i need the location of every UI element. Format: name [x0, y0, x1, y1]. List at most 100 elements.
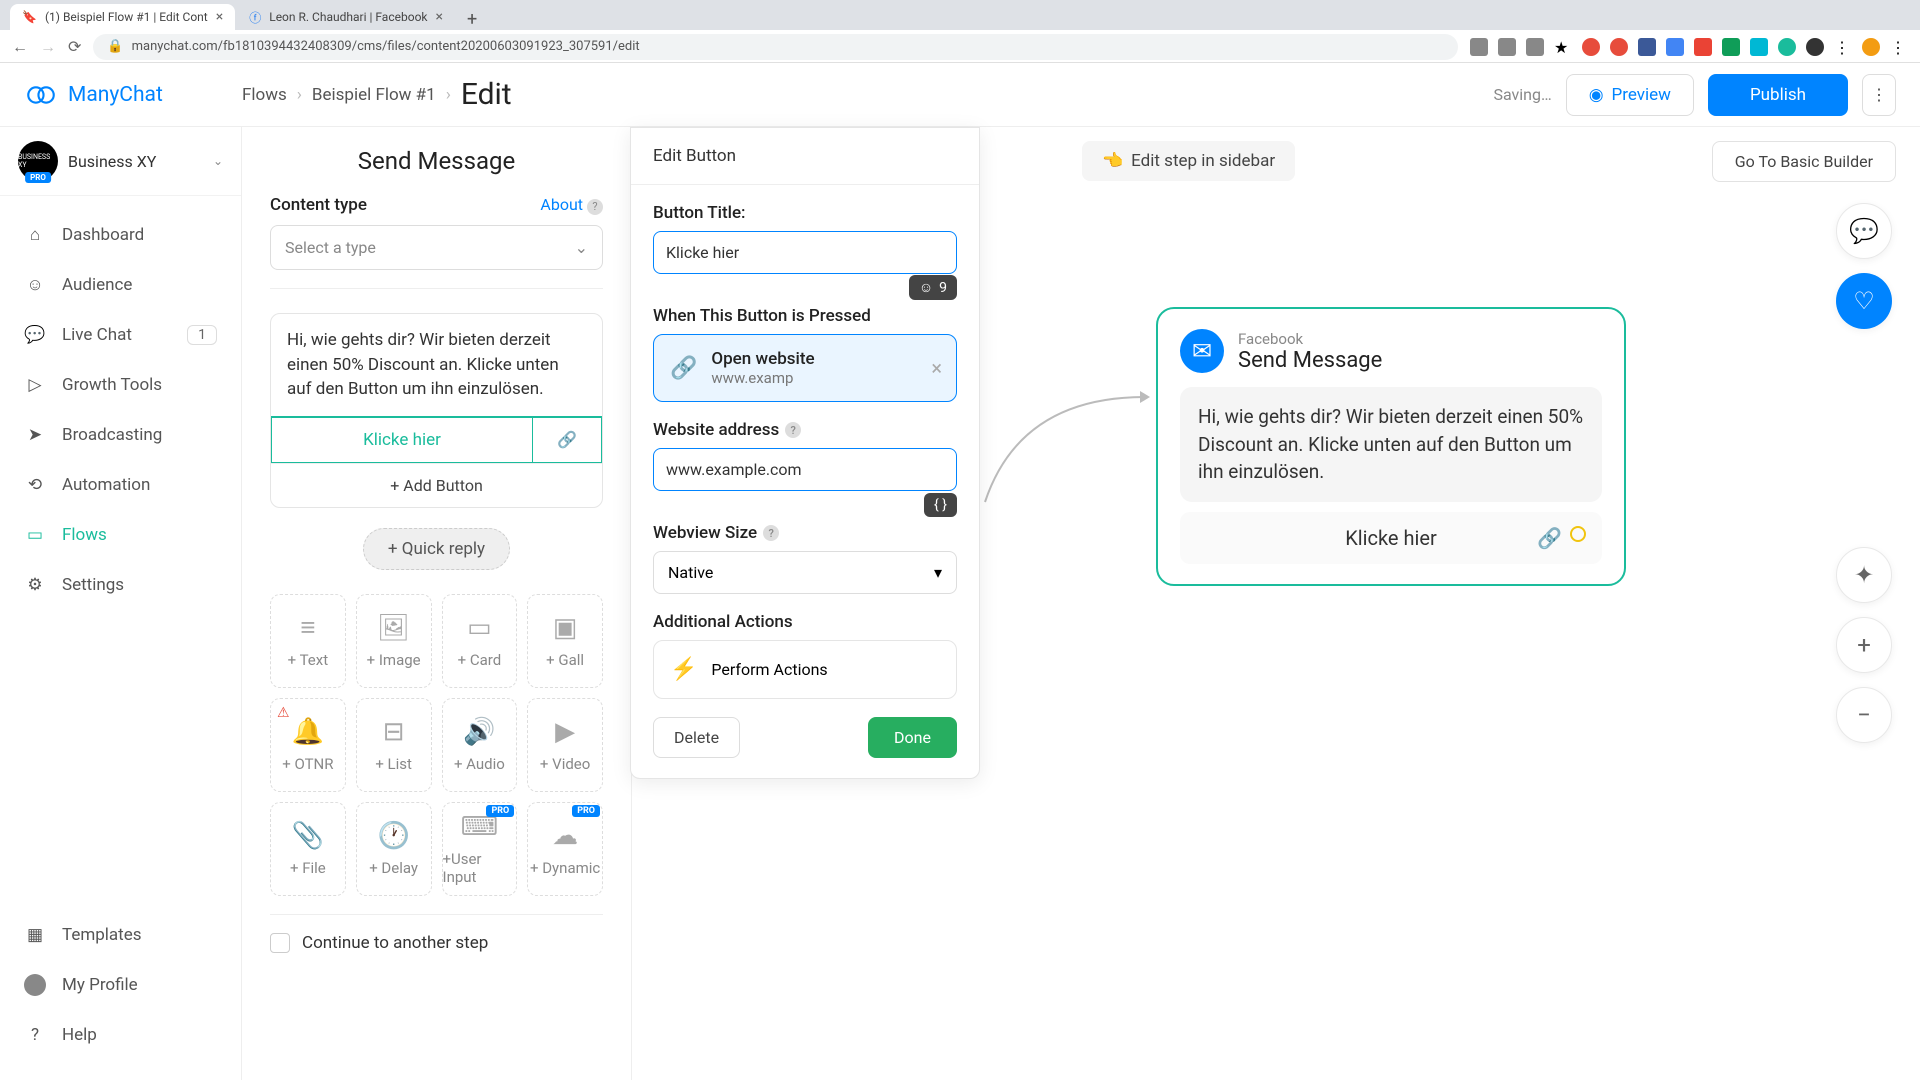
flow-node-send-message[interactable]: ✉ Facebook Send Message Hi, wie gehts di…: [1156, 307, 1626, 586]
message-button[interactable]: Klicke hier: [271, 417, 532, 463]
close-icon[interactable]: ×: [931, 356, 942, 380]
ext-icon[interactable]: [1610, 38, 1628, 56]
variable-badge[interactable]: { }: [924, 493, 957, 517]
edit-step-pill[interactable]: 👈 Edit step in sidebar: [1082, 141, 1295, 181]
content-type-select[interactable]: Select a type ⌄: [270, 225, 603, 270]
sidebar-item-broadcasting[interactable]: ➤Broadcasting: [0, 410, 241, 460]
sidebar-item-profile[interactable]: My Profile: [0, 960, 241, 1010]
browser-tab[interactable]: ⓕ Leon R. Chaudhari | Facebook ×: [237, 4, 455, 30]
about-link[interactable]: About ?: [540, 195, 603, 215]
block-userinput[interactable]: PRO⌨+User Input: [442, 802, 518, 896]
go-basic-builder-button[interactable]: Go To Basic Builder: [1712, 141, 1896, 182]
preview-button[interactable]: ◉ Preview: [1566, 74, 1694, 116]
website-address-input[interactable]: [653, 448, 957, 491]
avatar-icon[interactable]: [1862, 38, 1880, 56]
block-delay[interactable]: 🕐+ Delay: [356, 802, 432, 896]
address-bar[interactable]: 🔒 manychat.com/fb181039443240830​9/cms/f…: [93, 34, 1458, 60]
menu-icon[interactable]: ⋮: [1890, 38, 1908, 56]
done-button[interactable]: Done: [868, 717, 957, 758]
block-otnr[interactable]: ⚠🔔+ OTNR: [270, 698, 346, 792]
sidebar-item-templates[interactable]: ▦Templates: [0, 910, 241, 960]
emoji-icon[interactable]: ☺: [919, 279, 933, 296]
add-node-button[interactable]: 💬+: [1836, 203, 1892, 259]
sidebar-item-growth[interactable]: ▷Growth Tools: [0, 360, 241, 410]
message-text[interactable]: Hi, wie gehts dir? Wir bieten derzeit ei…: [271, 314, 602, 416]
more-button[interactable]: ⋮: [1862, 74, 1896, 116]
fit-button[interactable]: ✦: [1836, 547, 1892, 603]
ext-icon[interactable]: ⋮: [1834, 38, 1852, 56]
close-icon[interactable]: ×: [436, 9, 443, 25]
block-label: + Image: [367, 651, 421, 669]
continue-row[interactable]: Continue to another step: [270, 914, 603, 953]
ext-icon[interactable]: [1470, 38, 1488, 56]
perform-actions-card[interactable]: ⚡ Perform Actions: [653, 640, 957, 699]
gallery-icon: ▣: [553, 613, 578, 643]
webview-size-select[interactable]: Native ▾: [653, 551, 957, 594]
nav-label: Templates: [62, 925, 142, 945]
help-icon[interactable]: ?: [763, 525, 779, 541]
node-button[interactable]: Klicke hier 🔗: [1180, 512, 1602, 564]
sidebar-item-dashboard[interactable]: ⌂Dashboard: [0, 210, 241, 260]
block-card[interactable]: ▭+ Card: [442, 594, 518, 688]
checkbox[interactable]: [270, 933, 290, 953]
ext-icon[interactable]: [1806, 38, 1824, 56]
sidebar-item-audience[interactable]: ☺Audience: [0, 260, 241, 310]
message-card[interactable]: Hi, wie gehts dir? Wir bieten derzeit ei…: [270, 313, 603, 508]
ext-icon[interactable]: ★: [1554, 38, 1572, 56]
ext-icon[interactable]: [1526, 38, 1544, 56]
dashboard-icon: ⌂: [24, 224, 46, 246]
ext-icon[interactable]: [1778, 38, 1796, 56]
connector-handle[interactable]: [1570, 526, 1586, 542]
tab-favicon: 🔖: [22, 10, 37, 24]
publish-button[interactable]: Publish: [1708, 74, 1848, 116]
ext-icon[interactable]: [1582, 38, 1600, 56]
select-placeholder: Select a type: [285, 238, 376, 257]
file-icon: 📎: [292, 821, 324, 851]
logo[interactable]: ManyChat: [24, 78, 242, 112]
block-file[interactable]: 📎+ File: [270, 802, 346, 896]
forward-icon[interactable]: →: [40, 37, 56, 57]
block-text[interactable]: ≡+ Text: [270, 594, 346, 688]
workspace-selector[interactable]: BUSINESS XY PRO Business XY ⌄: [0, 127, 241, 196]
content-type-label: Content type: [270, 195, 367, 215]
close-icon[interactable]: ×: [216, 9, 223, 25]
sidebar-item-automation[interactable]: ⟲Automation: [0, 460, 241, 510]
ext-icon[interactable]: [1638, 38, 1656, 56]
button-title-input[interactable]: [653, 231, 957, 274]
back-icon[interactable]: ←: [12, 37, 28, 57]
zoom-in-button[interactable]: +: [1836, 617, 1892, 673]
edit-button-popup: Edit Button Button Title: ☺9 When This B…: [630, 127, 980, 779]
link-icon[interactable]: 🔗: [532, 417, 602, 463]
breadcrumb-flows[interactable]: Flows: [242, 85, 287, 105]
ext-icon[interactable]: [1694, 38, 1712, 56]
sidebar-item-flows[interactable]: ▭Flows: [0, 510, 241, 560]
canvas[interactable]: 👈 Edit step in sidebar Go To Basic Build…: [242, 127, 1920, 1080]
sidebar-nav: ⌂Dashboard ☺Audience 💬Live Chat1 ▷Growth…: [0, 196, 241, 624]
block-dynamic[interactable]: PRO☁+ Dynamic: [527, 802, 603, 896]
block-audio[interactable]: 🔊+ Audio: [442, 698, 518, 792]
block-list[interactable]: ⊟+ List: [356, 698, 432, 792]
quick-reply-button[interactable]: + Quick reply: [363, 528, 510, 570]
browser-tab-active[interactable]: 🔖 (1) Beispiel Flow #1 | Edit Cont ×: [10, 4, 235, 30]
sidebar-item-settings[interactable]: ⚙Settings: [0, 560, 241, 610]
action-open-website[interactable]: 🔗 Open website www.examp ×: [653, 334, 957, 402]
ext-icon[interactable]: [1750, 38, 1768, 56]
sidebar-item-livechat[interactable]: 💬Live Chat1: [0, 310, 241, 360]
block-gallery[interactable]: ▣+ Gall: [527, 594, 603, 688]
add-button[interactable]: + Add Button: [271, 463, 602, 507]
ext-icon[interactable]: [1666, 38, 1684, 56]
text-icon: ≡: [300, 612, 315, 643]
nav-label: Settings: [62, 575, 124, 595]
zoom-out-button[interactable]: −: [1836, 687, 1892, 743]
block-video[interactable]: ▶+ Video: [527, 698, 603, 792]
help-icon[interactable]: ?: [785, 422, 801, 438]
sidebar-item-help[interactable]: ?Help: [0, 1010, 241, 1060]
ext-icon[interactable]: [1498, 38, 1516, 56]
breadcrumb-flow-name[interactable]: Beispiel Flow #1: [312, 85, 436, 105]
sidebar-bottom: ▦Templates My Profile ?Help: [0, 910, 241, 1080]
block-image[interactable]: 🖼+ Image: [356, 594, 432, 688]
delete-button[interactable]: Delete: [653, 717, 740, 758]
new-tab-button[interactable]: +: [457, 9, 487, 30]
ext-icon[interactable]: [1722, 38, 1740, 56]
reload-icon[interactable]: ⟳: [68, 37, 81, 56]
